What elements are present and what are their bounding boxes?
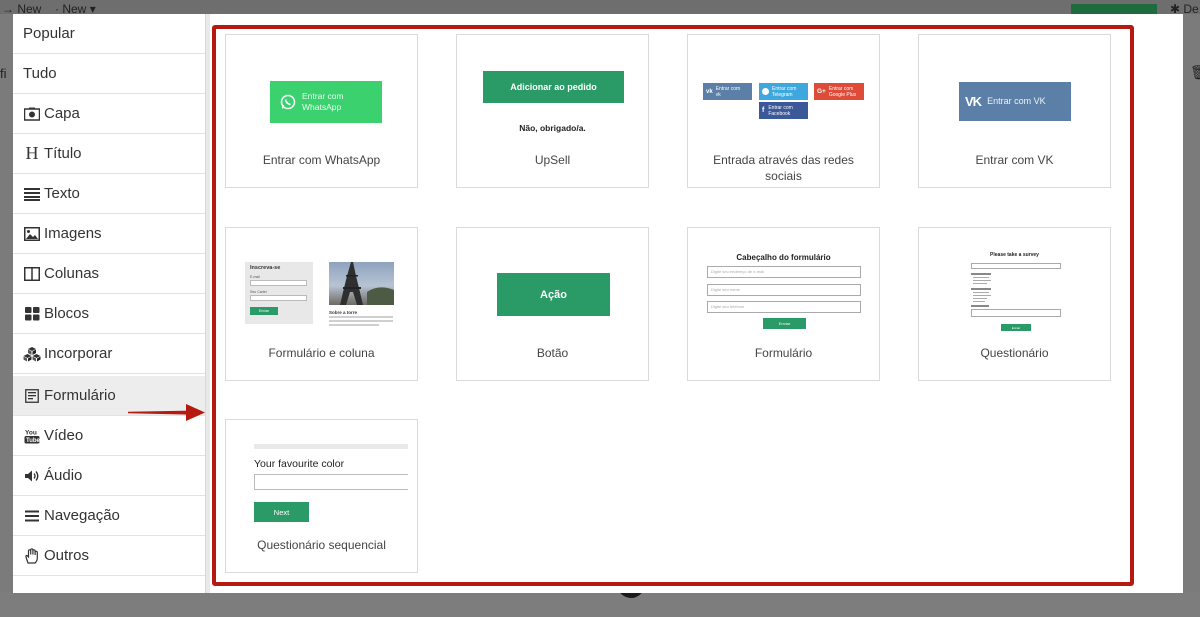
card-social-login[interactable]: vk Entrar com vk Entrar com Telegram G+ En…	[687, 34, 880, 188]
card-label: Formulário	[754, 346, 813, 360]
sidebar-item-label: Imagens	[44, 225, 102, 242]
sidebar-item-popular[interactable]: Popular	[13, 14, 205, 54]
sidebar-item-label: Popular	[23, 25, 75, 42]
sequential-next-button: Next	[254, 502, 309, 522]
sidebar-item-label: Incorporar	[44, 345, 113, 362]
form-preview-submit: Enviar	[763, 318, 806, 329]
image-icon	[23, 225, 41, 243]
sidebar-divider	[206, 14, 210, 593]
sequential-answer-input	[254, 474, 408, 490]
annotation-arrow	[128, 404, 205, 421]
form-preview-field: Digite seu telefone	[707, 301, 861, 313]
heading-icon: H	[25, 143, 39, 163]
form-preview-title: Cabeçalho do formulário	[736, 253, 831, 262]
facebook-icon: f	[762, 107, 765, 114]
sidebar-item-imagens[interactable]: Imagens	[13, 214, 205, 254]
background-toolbar: → New · New ▾	[0, 0, 1200, 16]
speaker-icon	[23, 467, 41, 485]
sidebar-item-colunas[interactable]: Colunas	[13, 254, 205, 294]
card-label: UpSell	[534, 153, 571, 167]
hand-icon	[23, 547, 41, 565]
sidebar-item-incorporar[interactable]: Incorporar	[13, 334, 205, 374]
menu-icon	[23, 507, 41, 525]
card-whatsapp-login[interactable]: Entrar com WhatsApp Entrar com WhatsApp	[225, 34, 418, 188]
survey-preview-submit: Enviar	[1001, 324, 1031, 331]
camera-icon	[23, 105, 41, 123]
whatsapp-icon	[280, 94, 296, 110]
card-label: Entrar com WhatsApp	[262, 153, 381, 167]
category-sidebar: Popular Tudo Capa H Título Texto Imagens	[13, 14, 206, 593]
sidebar-item-label: Outros	[44, 547, 90, 564]
cubes-icon	[23, 345, 41, 363]
card-form-and-column[interactable]: Inscreva-se E-mail Seu Cartel Enviar Sob…	[225, 227, 418, 381]
vk-logo-icon: VK	[965, 94, 982, 109]
block-picker-modal: Popular Tudo Capa H Título Texto Imagens	[13, 14, 1183, 593]
sidebar-item-label: Formulário	[44, 387, 116, 404]
social-telegram-button: Entrar com Telegram	[759, 83, 808, 100]
sidebar-item-tudo[interactable]: Tudo	[13, 54, 205, 94]
upsell-decline-link: Não, obrigado/a.	[519, 123, 586, 133]
card-form[interactable]: Cabeçalho do formulário Digite seu ender…	[687, 227, 880, 381]
social-vk-button: vk Entrar com vk	[703, 83, 752, 100]
svg-text:Tube: Tube	[26, 438, 40, 444]
sidebar-item-blocos[interactable]: Blocos	[13, 294, 205, 334]
whatsapp-preview-label: Entrar com WhatsApp	[302, 91, 344, 112]
social-google-button: G+ Entrar com Google Plus	[814, 83, 864, 100]
whatsapp-preview-button: Entrar com WhatsApp	[270, 81, 382, 123]
sequential-progress-bar	[254, 444, 408, 449]
action-preview-button: Ação	[497, 273, 610, 316]
card-label: Entrar com VK	[975, 153, 1054, 167]
sidebar-item-navegacao[interactable]: Navegação	[13, 496, 205, 536]
card-survey[interactable]: Please take a survey Enviar Questionário	[918, 227, 1111, 381]
sidebar-item-label: Capa	[44, 105, 80, 122]
eiffel-tower-image	[329, 262, 394, 305]
social-facebook-button: f Entrar com Facebook	[759, 102, 808, 119]
card-vk-login[interactable]: VK Entrar com VK Entrar com VK	[918, 34, 1111, 188]
vk-preview-label: Entrar com VK	[987, 96, 1046, 106]
columns-icon	[23, 265, 41, 283]
text-lines-icon	[23, 185, 41, 203]
card-label: Questionário	[980, 346, 1049, 360]
form-column-preview-form: Inscreva-se E-mail Seu Cartel Enviar	[245, 262, 313, 324]
card-sequential-survey[interactable]: Your favourite color Next Questionário s…	[225, 419, 418, 573]
blocks-icon	[23, 305, 41, 323]
youtube-icon: You Tube	[23, 427, 41, 445]
form-preview-field: Digite seu endereço de e-mail	[707, 266, 861, 278]
vk-icon: vk	[706, 88, 713, 95]
sidebar-item-capa[interactable]: Capa	[13, 94, 205, 134]
sidebar-item-texto[interactable]: Texto	[13, 174, 205, 214]
sidebar-item-label: Vídeo	[44, 427, 84, 444]
telegram-icon	[762, 88, 769, 95]
background-left-fragment: fi	[0, 66, 7, 81]
sequential-question: Your favourite color	[254, 458, 345, 470]
eiffel-tower-icon	[340, 262, 394, 305]
sidebar-item-label: Texto	[44, 185, 80, 202]
sidebar-item-titulo[interactable]: H Título	[13, 134, 205, 174]
card-label: Formulário e coluna	[268, 346, 375, 360]
upsell-add-button: Adicionar ao pedido	[483, 71, 624, 103]
sidebar-item-label: Navegação	[44, 507, 120, 524]
card-label: Entrada através das redes sociais	[713, 153, 854, 183]
card-label: Questionário sequencial	[257, 538, 386, 552]
card-label: Botão	[536, 346, 569, 360]
survey-preview-title: Please take a survey	[990, 252, 1039, 258]
sidebar-item-outros[interactable]: Outros	[13, 536, 205, 576]
form-preview-field: Digite seu nome	[707, 284, 861, 296]
sidebar-item-label: Áudio	[44, 467, 83, 484]
sidebar-item-label: Blocos	[44, 305, 90, 322]
card-button[interactable]: Ação Botão	[456, 227, 649, 381]
sidebar-item-label: Título	[44, 145, 82, 162]
background-trash-icon: 🗑	[1190, 64, 1200, 80]
background-bottom	[0, 592, 1200, 617]
sidebar-item-label: Tudo	[23, 65, 57, 82]
form-icon	[23, 387, 41, 405]
google-plus-icon: G+	[817, 88, 826, 95]
card-upsell[interactable]: Adicionar ao pedido Não, obrigado/a. UpS…	[456, 34, 649, 188]
sidebar-item-audio[interactable]: Áudio	[13, 456, 205, 496]
vk-preview-button: VK Entrar com VK	[959, 82, 1071, 121]
sidebar-item-label: Colunas	[44, 265, 100, 282]
svg-text:You: You	[25, 429, 37, 436]
